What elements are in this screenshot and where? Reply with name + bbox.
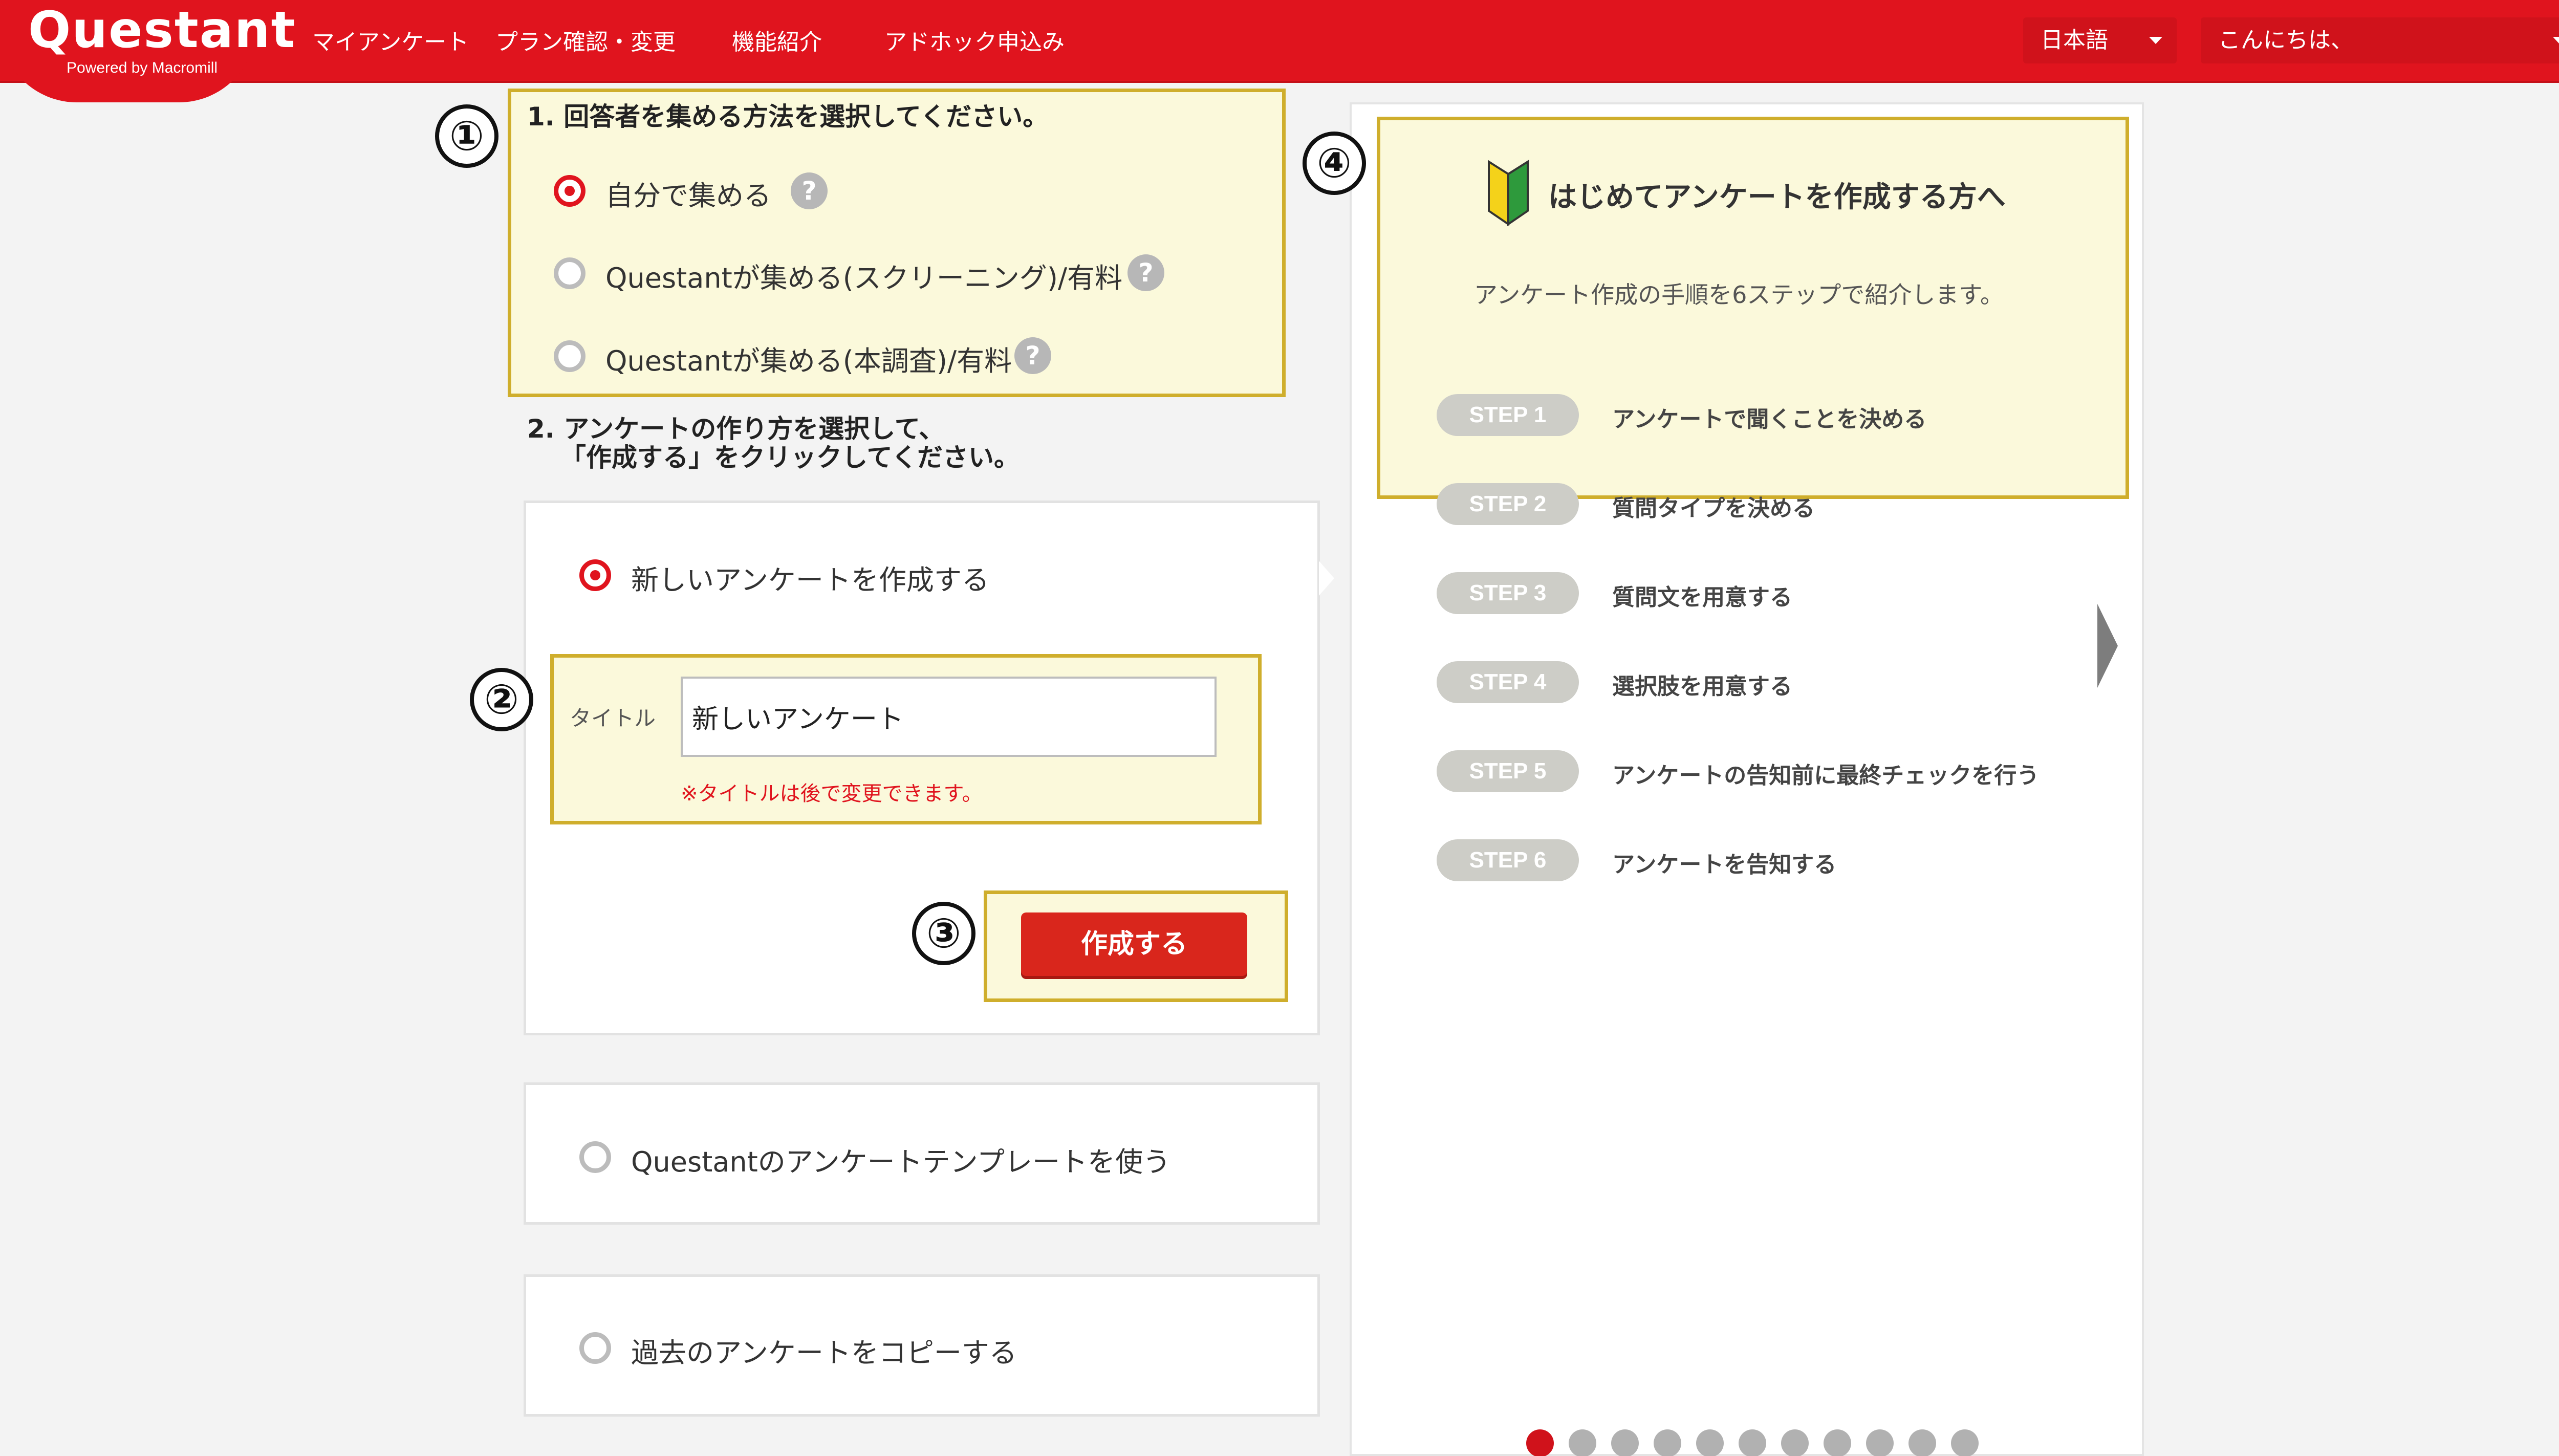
card-pointer — [1319, 561, 1334, 596]
carousel-dot[interactable] — [1824, 1429, 1851, 1456]
nav-my-surveys[interactable]: マイアンケート — [312, 24, 469, 56]
step-6-text: アンケートを告知する — [1612, 852, 1837, 878]
section2-heading-line2: 「作成する」をクリックしてください。 — [560, 443, 1020, 472]
template-option-label[interactable]: Questantのアンケートテンプレートを使う — [631, 1139, 1170, 1180]
step-5-text: アンケートの告知前に最終チェックを行う — [1612, 763, 2040, 789]
radio-self-collect[interactable] — [554, 175, 585, 207]
next-slide-arrow-icon[interactable] — [2097, 604, 2118, 688]
user-greeting: こんにちは、 — [2218, 27, 2353, 53]
marker-3: ③ — [912, 902, 975, 965]
beginner-mark-icon — [1488, 160, 1529, 226]
carousel-dot[interactable] — [1569, 1429, 1596, 1456]
marker-1: ① — [435, 104, 498, 168]
nav-adhoc[interactable]: アドホック申込み — [884, 24, 1065, 56]
new-survey-label[interactable]: 新しいアンケートを作成する — [631, 557, 989, 598]
nav-plan[interactable]: プラン確認・変更 — [495, 24, 676, 56]
marker-4: ④ — [1303, 132, 1366, 195]
carousel-dot[interactable] — [1866, 1429, 1894, 1456]
step-3-text: 質問文を用意する — [1612, 584, 1792, 611]
radio-template[interactable] — [579, 1141, 611, 1173]
create-button[interactable]: 作成する — [1021, 912, 1247, 976]
step-1-badge: STEP 1 — [1437, 394, 1579, 436]
carousel-dot[interactable] — [1739, 1429, 1766, 1456]
section2-heading-line1: 2. アンケートの作り方を選択して、 — [527, 414, 945, 444]
chevron-down-icon — [2149, 37, 2162, 44]
help-icon[interactable]: ? — [1127, 254, 1164, 291]
section1-heading: 1. 回答者を集める方法を選択してください。 — [527, 102, 1049, 132]
carousel-dot[interactable] — [1696, 1429, 1724, 1456]
marker-2: ② — [470, 668, 533, 731]
step-4-badge: STEP 4 — [1437, 661, 1579, 703]
title-note: ※タイトルは後で変更できます。 — [681, 782, 983, 806]
step-1-text: アンケートで聞くことを決める — [1612, 406, 1927, 432]
language-value: 日本語 — [2041, 27, 2108, 53]
step-4-text: 選択肢を用意する — [1612, 673, 1792, 700]
carousel-dot[interactable] — [1951, 1429, 1979, 1456]
carousel-dot[interactable] — [1654, 1429, 1681, 1456]
nav-features[interactable]: 機能紹介 — [732, 24, 822, 56]
guide-title: はじめてアンケートを作成する方へ — [1548, 181, 2006, 214]
carousel-dot[interactable] — [1611, 1429, 1639, 1456]
radio-new-survey[interactable] — [579, 559, 611, 591]
step-5-badge: STEP 5 — [1437, 750, 1579, 792]
user-menu[interactable]: こんにちは、 — [2201, 17, 2559, 63]
logo[interactable]: Questant — [28, 1, 296, 59]
title-label: タイトル — [570, 706, 656, 731]
step-6-badge: STEP 6 — [1437, 839, 1579, 881]
copy-option-label[interactable]: 過去のアンケートをコピーする — [631, 1330, 1017, 1371]
option-main-survey-label[interactable]: Questantが集める(本調査)/有料 — [605, 338, 1012, 379]
option-screening-label[interactable]: Questantが集める(スクリーニング)/有料 — [605, 255, 1122, 296]
step-2-badge: STEP 2 — [1437, 483, 1579, 525]
chevron-down-icon — [2553, 37, 2559, 44]
option-self-collect-label[interactable]: 自分で集める — [605, 173, 771, 213]
logo-subtitle: Powered by Macromill — [67, 59, 218, 76]
survey-title-input[interactable] — [681, 677, 1217, 757]
language-select[interactable]: 日本語 — [2023, 17, 2177, 63]
radio-screening[interactable] — [554, 257, 585, 289]
step-3-badge: STEP 3 — [1437, 572, 1579, 614]
help-icon[interactable]: ? — [791, 172, 828, 209]
top-navbar: Questant Powered by Macromill マイアンケート プラ… — [0, 0, 2559, 102]
help-icon[interactable]: ? — [1014, 337, 1051, 374]
radio-copy[interactable] — [579, 1332, 611, 1364]
carousel-dot[interactable] — [1781, 1429, 1809, 1456]
radio-main-survey[interactable] — [554, 340, 585, 372]
step-2-text: 質問タイプを決める — [1612, 495, 1815, 521]
guide-subtitle: アンケート作成の手順を6ステップで紹介します。 — [1474, 281, 2004, 309]
carousel-dot[interactable] — [1909, 1429, 1936, 1456]
carousel-dot[interactable] — [1526, 1429, 1554, 1456]
